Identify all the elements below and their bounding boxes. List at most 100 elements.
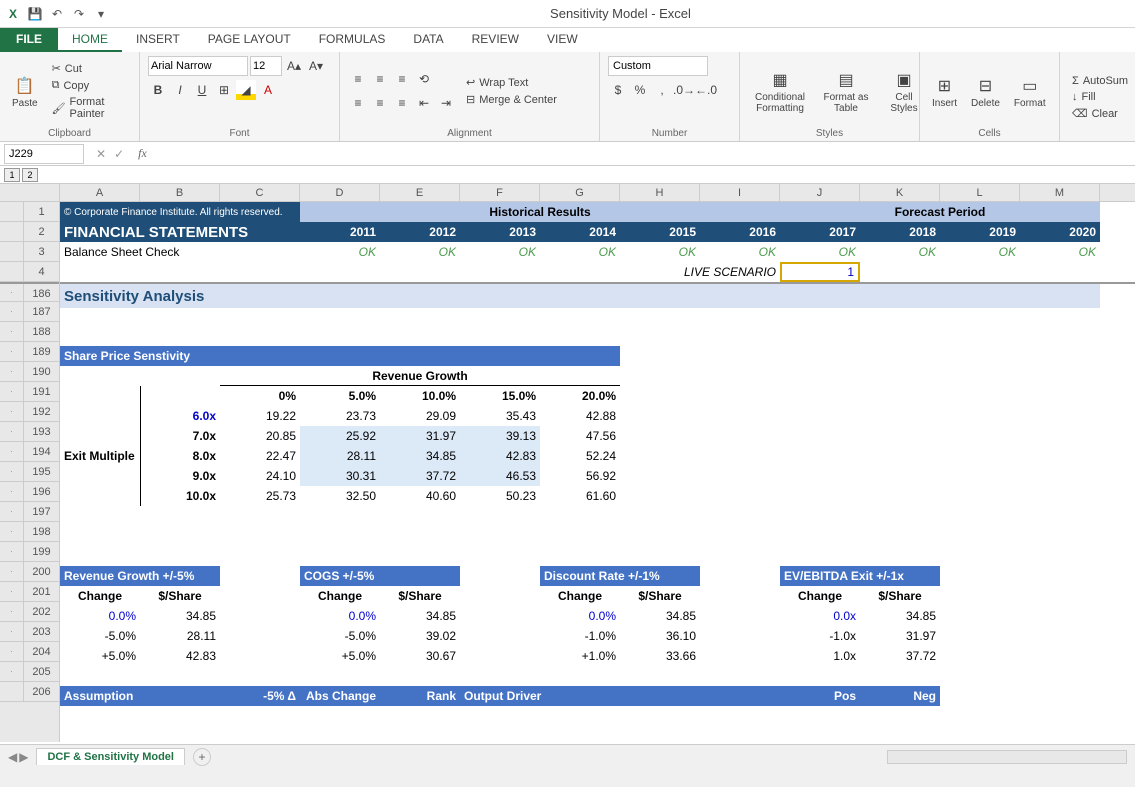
copy-button[interactable]: ⧉Copy bbox=[48, 78, 131, 93]
tab-file[interactable]: FILE bbox=[0, 28, 58, 52]
cell[interactable]: 8.0x bbox=[140, 446, 220, 466]
col-header[interactable]: J bbox=[780, 184, 860, 201]
cell[interactable] bbox=[60, 306, 1100, 326]
cell[interactable]: COGS +/-5% bbox=[300, 566, 460, 586]
formula-input[interactable] bbox=[153, 144, 1135, 164]
undo-icon[interactable]: ↶ bbox=[48, 5, 66, 23]
align-bottom-button[interactable]: ≡ bbox=[392, 69, 412, 89]
cell[interactable] bbox=[300, 202, 380, 222]
format-painter-button[interactable]: 🖌Format Painter bbox=[48, 95, 131, 121]
tab-view[interactable]: VIEW bbox=[533, 28, 592, 52]
border-button[interactable]: ⊞ bbox=[214, 80, 234, 100]
cell[interactable] bbox=[220, 586, 300, 606]
col-header[interactable]: E bbox=[380, 184, 460, 201]
cell[interactable]: 29.09 bbox=[380, 406, 460, 426]
cell[interactable] bbox=[220, 566, 300, 586]
cell[interactable] bbox=[620, 426, 1100, 446]
spreadsheet-grid[interactable]: A B C D E F G H I J K L M 1234·186·187·1… bbox=[0, 184, 1135, 744]
cell[interactable]: 42.83 bbox=[140, 646, 220, 666]
outline-level-2[interactable]: 2 bbox=[22, 168, 38, 182]
cell[interactable] bbox=[60, 466, 140, 486]
cell[interactable]: 37.72 bbox=[380, 466, 460, 486]
cell[interactable]: 10.0% bbox=[380, 386, 460, 406]
percent-button[interactable]: % bbox=[630, 80, 650, 100]
qat-dropdown-icon[interactable]: ▾ bbox=[92, 5, 110, 23]
cell[interactable] bbox=[620, 386, 1100, 406]
add-sheet-button[interactable]: + bbox=[193, 748, 211, 766]
col-header[interactable]: L bbox=[940, 184, 1020, 201]
cell[interactable] bbox=[220, 606, 300, 626]
col-header[interactable]: D bbox=[300, 184, 380, 201]
col-header[interactable]: C bbox=[220, 184, 300, 201]
row-header[interactable]: ·201 bbox=[0, 582, 59, 602]
cell[interactable]: LIVE SCENARIO bbox=[620, 262, 780, 282]
cell[interactable]: 25.92 bbox=[300, 426, 380, 446]
cell[interactable]: 34.85 bbox=[620, 606, 700, 626]
align-middle-button[interactable]: ≡ bbox=[370, 69, 390, 89]
cell[interactable] bbox=[60, 366, 220, 386]
cell[interactable]: 28.11 bbox=[140, 626, 220, 646]
cell[interactable]: -5% Δ bbox=[220, 686, 300, 706]
cell[interactable]: © Corporate Finance Institute. All right… bbox=[60, 202, 300, 222]
cell[interactable]: 0.0% bbox=[540, 606, 620, 626]
cell[interactable] bbox=[940, 646, 1100, 666]
cell[interactable]: 0% bbox=[220, 386, 300, 406]
cell[interactable] bbox=[620, 406, 1100, 426]
row-header[interactable]: ·188 bbox=[0, 322, 59, 342]
cell[interactable]: 24.10 bbox=[220, 466, 300, 486]
cell[interactable] bbox=[700, 566, 780, 586]
cut-button[interactable]: ✂Cut bbox=[48, 61, 131, 76]
cell[interactable]: 34.85 bbox=[140, 606, 220, 626]
cell[interactable]: 0.0% bbox=[60, 606, 140, 626]
cell[interactable]: 34.85 bbox=[380, 446, 460, 466]
cell[interactable]: 36.10 bbox=[620, 626, 700, 646]
format-cells-button[interactable]: ▭Format bbox=[1010, 72, 1050, 111]
cell[interactable]: 35.43 bbox=[460, 406, 540, 426]
cell[interactable]: OK bbox=[700, 242, 780, 262]
cell[interactable] bbox=[700, 202, 780, 222]
number-format-select[interactable] bbox=[608, 56, 708, 76]
cell[interactable]: Change bbox=[300, 586, 380, 606]
cell[interactable]: Output Driver bbox=[460, 686, 620, 706]
autosum-button[interactable]: ΣAutoSum bbox=[1068, 74, 1132, 88]
cell[interactable] bbox=[700, 646, 780, 666]
row-header[interactable]: 2 bbox=[0, 222, 59, 242]
cell[interactable]: Change bbox=[60, 586, 140, 606]
sheet-tab-active[interactable]: DCF & Sensitivity Model bbox=[36, 748, 185, 765]
enter-formula-icon[interactable]: ✓ bbox=[114, 147, 124, 161]
align-left-button[interactable]: ≡ bbox=[348, 93, 368, 113]
row-header[interactable]: ·196 bbox=[0, 482, 59, 502]
cell[interactable] bbox=[620, 466, 1100, 486]
cell[interactable] bbox=[60, 486, 140, 506]
cell[interactable] bbox=[620, 446, 1100, 466]
cancel-formula-icon[interactable]: ✕ bbox=[96, 147, 106, 161]
merge-center-button[interactable]: ⊟Merge & Center bbox=[462, 92, 561, 107]
cell[interactable]: Abs Change bbox=[300, 686, 380, 706]
cell[interactable]: $/Share bbox=[860, 586, 940, 606]
cell[interactable] bbox=[220, 626, 300, 646]
cell[interactable]: Pos bbox=[780, 686, 860, 706]
cell[interactable] bbox=[60, 546, 1100, 566]
tab-data[interactable]: DATA bbox=[399, 28, 457, 52]
cell[interactable]: $/Share bbox=[140, 586, 220, 606]
cell[interactable] bbox=[60, 326, 1100, 346]
row-header[interactable]: ·193 bbox=[0, 422, 59, 442]
cell[interactable]: 2014 bbox=[540, 222, 620, 242]
cell[interactable]: 2012 bbox=[380, 222, 460, 242]
cell[interactable]: OK bbox=[380, 242, 460, 262]
font-size-select[interactable] bbox=[250, 56, 282, 76]
cell[interactable]: 2015 bbox=[620, 222, 700, 242]
cell[interactable]: OK bbox=[780, 242, 860, 262]
cell[interactable]: 6.0x bbox=[140, 406, 220, 426]
cell[interactable] bbox=[220, 646, 300, 666]
cell[interactable]: Balance Sheet Check bbox=[60, 242, 300, 262]
cell[interactable]: OK bbox=[300, 242, 380, 262]
tab-home[interactable]: HOME bbox=[58, 28, 122, 52]
cell[interactable]: 34.85 bbox=[860, 606, 940, 626]
cell[interactable] bbox=[60, 506, 1100, 526]
cell[interactable] bbox=[460, 626, 540, 646]
cell[interactable]: OK bbox=[1020, 242, 1100, 262]
cell[interactable] bbox=[140, 386, 220, 406]
font-color-button[interactable]: A bbox=[258, 80, 278, 100]
row-header[interactable]: 3 bbox=[0, 242, 59, 262]
